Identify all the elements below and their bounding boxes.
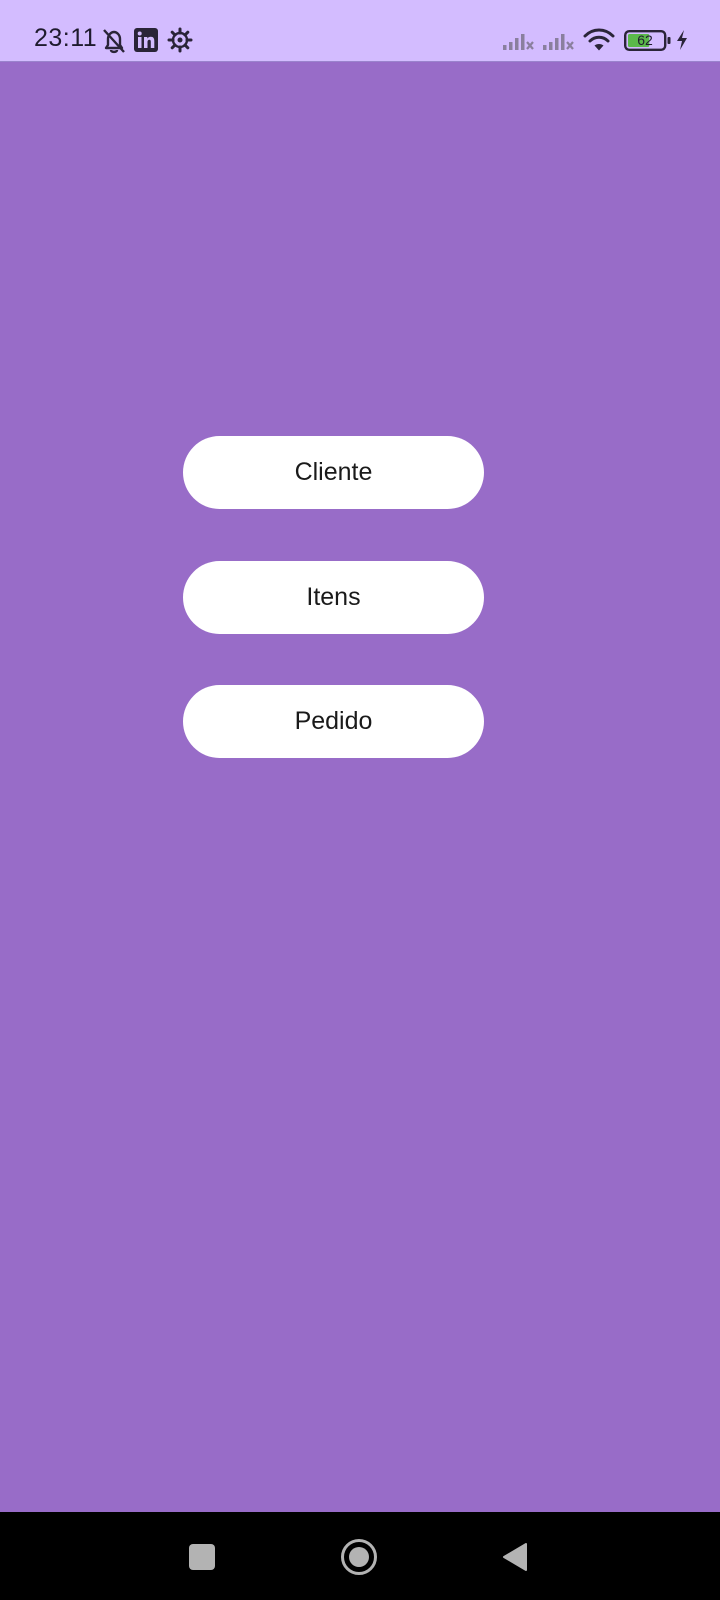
back-triangle-icon[interactable] [501, 1542, 529, 1572]
battery-level: 62 [637, 32, 653, 48]
signal-no-service-icon [503, 34, 534, 50]
signal-no-service-icon [543, 34, 574, 50]
navigation-bar [0, 1512, 720, 1600]
wifi-icon [583, 28, 615, 51]
linkedin-icon [134, 28, 158, 52]
itens-button[interactable]: Itens [183, 561, 484, 634]
pedido-button[interactable]: Pedido [183, 685, 484, 758]
battery-icon: 62 [624, 30, 672, 51]
cliente-button[interactable]: Cliente [183, 436, 484, 509]
recents-square-icon[interactable] [188, 1543, 216, 1571]
app-content: Cliente Itens Pedido [0, 62, 720, 1512]
bell-off-icon [103, 29, 125, 54]
settings-gear-icon [167, 27, 193, 53]
status-bar: 23:11 62 [0, 0, 720, 62]
charging-bolt-icon [677, 30, 687, 50]
status-time: 23:11 [34, 24, 98, 52]
home-circle-icon[interactable] [340, 1538, 378, 1576]
